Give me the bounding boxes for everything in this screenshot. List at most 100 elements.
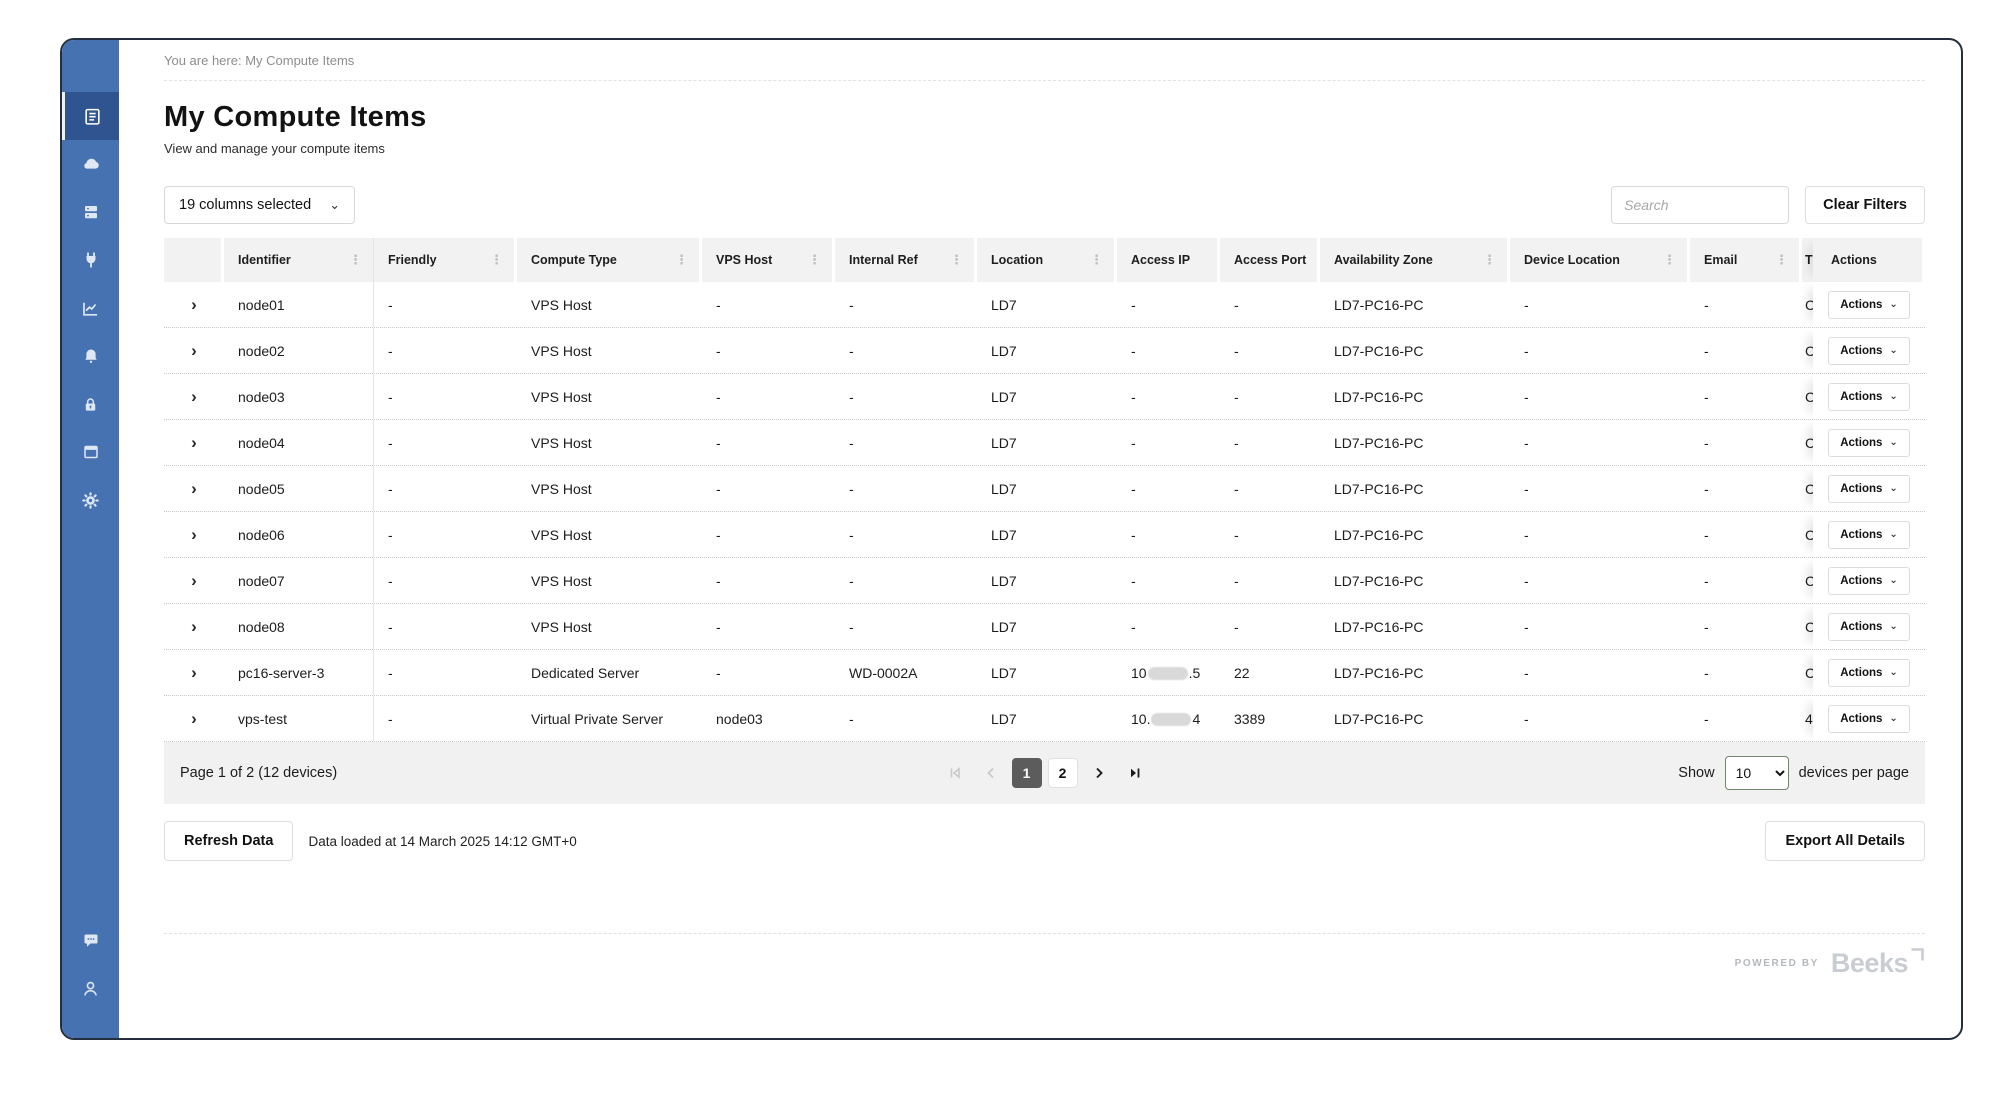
- cloud-icon: [81, 154, 101, 174]
- sidebar-item-analytics[interactable]: [62, 284, 119, 332]
- row-actions-button[interactable]: Actions ⌄: [1828, 659, 1910, 687]
- expand-row-button[interactable]: ›: [181, 476, 207, 502]
- refresh-data-button[interactable]: Refresh Data: [164, 821, 293, 861]
- pagination-page-2[interactable]: 2: [1048, 758, 1078, 788]
- per-page-suffix: devices per page: [1799, 765, 1909, 781]
- cell-location: LD7: [977, 343, 1117, 359]
- cell-internal-ref: -: [835, 435, 977, 451]
- cell-availability-zone: LD7-PC16-PC: [1320, 343, 1510, 359]
- header-vps-host: VPS Host ⋮: [702, 238, 835, 282]
- chevron-down-icon: ⌄: [1889, 483, 1897, 494]
- column-menu-icon[interactable]: ⋮: [947, 252, 966, 268]
- cell-availability-zone: LD7-PC16-PC: [1320, 711, 1510, 727]
- sidebar-item-account[interactable]: [62, 964, 119, 1012]
- table-row: › node03 - VPS Host - - LD7 - - LD7-PC16…: [164, 374, 1925, 420]
- cell-location: LD7: [977, 527, 1117, 543]
- pagination-first-button[interactable]: [940, 758, 970, 788]
- table-row: › node04 - VPS Host - - LD7 - - LD7-PC16…: [164, 420, 1925, 466]
- search-input[interactable]: [1611, 186, 1789, 224]
- per-page-select[interactable]: 10: [1725, 756, 1789, 790]
- sidebar-item-console[interactable]: [62, 428, 119, 476]
- skip-first-icon: [948, 766, 962, 780]
- sidebar-item-servers[interactable]: [62, 188, 119, 236]
- sidebar-item-notifications[interactable]: [62, 332, 119, 380]
- row-actions-button[interactable]: Actions ⌄: [1828, 567, 1910, 595]
- header-internal-ref: Internal Ref ⋮: [835, 238, 977, 282]
- cell-location: LD7: [977, 389, 1117, 405]
- header-availability-zone: Availability Zone ⋮: [1320, 238, 1510, 282]
- expand-row-button[interactable]: ›: [181, 568, 207, 594]
- sidebar-item-security[interactable]: [62, 380, 119, 428]
- cell-internal-ref: -: [835, 573, 977, 589]
- cell-internal-ref: -: [835, 619, 977, 635]
- cell-email: -: [1690, 665, 1802, 681]
- pagination-prev-button[interactable]: [976, 758, 1006, 788]
- columns-selector-dropdown[interactable]: 19 columns selected ⌄: [164, 186, 355, 224]
- column-menu-icon[interactable]: ⋮: [805, 252, 824, 268]
- cell-device-location: -: [1510, 527, 1690, 543]
- expand-row-button[interactable]: ›: [181, 292, 207, 318]
- cell-friendly: -: [374, 435, 517, 451]
- column-menu-icon[interactable]: ⋮: [1772, 252, 1791, 268]
- cell-internal-ref: -: [835, 711, 977, 727]
- expand-row-button[interactable]: ›: [181, 430, 207, 456]
- row-actions-button[interactable]: Actions ⌄: [1828, 475, 1910, 503]
- expand-row-button[interactable]: ›: [181, 384, 207, 410]
- app-window: You are here: My Compute Items My Comput…: [60, 38, 1963, 1040]
- cell-expand: ›: [164, 476, 224, 502]
- pagination-page-1[interactable]: 1: [1012, 758, 1042, 788]
- cell-friendly: -: [374, 711, 517, 727]
- sidebar-item-compute-items[interactable]: [62, 92, 119, 140]
- table-row: › node01 - VPS Host - - LD7 - - LD7-PC16…: [164, 282, 1925, 328]
- powered-by-section: POWERED BY Beeks: [164, 933, 1925, 977]
- cell-access-port: -: [1220, 573, 1320, 589]
- column-menu-icon[interactable]: ⋮: [1660, 252, 1679, 268]
- row-actions-button[interactable]: Actions ⌄: [1828, 383, 1910, 411]
- chevron-right-icon: ›: [191, 342, 197, 359]
- sidebar-item-cloud[interactable]: [62, 140, 119, 188]
- expand-row-button[interactable]: ›: [181, 706, 207, 732]
- beeks-logo: Beeks: [1831, 950, 1925, 977]
- row-actions-button[interactable]: Actions ⌄: [1828, 613, 1910, 641]
- cell-access-ip: 10.5: [1117, 665, 1220, 681]
- expand-row-button[interactable]: ›: [181, 614, 207, 640]
- chevron-down-icon: ⌄: [1889, 437, 1897, 448]
- column-menu-icon[interactable]: ⋮: [487, 252, 506, 268]
- cell-location: LD7: [977, 297, 1117, 313]
- column-menu-icon[interactable]: ⋮: [1087, 252, 1106, 268]
- row-actions-button[interactable]: Actions ⌄: [1828, 291, 1910, 319]
- cell-availability-zone: LD7-PC16-PC: [1320, 573, 1510, 589]
- row-actions-button[interactable]: Actions ⌄: [1828, 521, 1910, 549]
- row-actions-button[interactable]: Actions ⌄: [1828, 705, 1910, 733]
- sidebar-item-support-chat[interactable]: [62, 916, 119, 964]
- column-menu-icon[interactable]: ⋮: [346, 252, 365, 268]
- sidebar-item-connections[interactable]: [62, 236, 119, 284]
- cell-actions: Actions ⌄: [1813, 374, 1925, 419]
- cell-compute-type: Virtual Private Server: [517, 711, 702, 727]
- export-all-details-button[interactable]: Export All Details: [1765, 821, 1925, 861]
- chevron-right-icon: [1092, 766, 1106, 780]
- header-device-location: Device Location ⋮: [1510, 238, 1690, 282]
- expand-row-button[interactable]: ›: [181, 522, 207, 548]
- pagination-last-button[interactable]: [1120, 758, 1150, 788]
- cell-internal-ref: -: [835, 297, 977, 313]
- sidebar-item-settings[interactable]: [62, 476, 119, 524]
- column-menu-icon[interactable]: ⋮: [1480, 252, 1499, 268]
- row-actions-button[interactable]: Actions ⌄: [1828, 337, 1910, 365]
- header-access-ip: Access IP: [1117, 238, 1220, 282]
- cell-email: -: [1690, 297, 1802, 313]
- cell-vps-host: -: [702, 573, 835, 589]
- cell-vps-host: node03: [702, 711, 835, 727]
- row-actions-button[interactable]: Actions ⌄: [1828, 429, 1910, 457]
- lock-icon: [82, 396, 99, 413]
- clear-filters-button[interactable]: Clear Filters: [1805, 186, 1925, 224]
- cell-access-ip: -: [1117, 389, 1220, 405]
- header-expand-column: [164, 238, 224, 282]
- cell-actions: Actions ⌄: [1813, 328, 1925, 373]
- column-menu-icon[interactable]: ⋮: [672, 252, 691, 268]
- expand-row-button[interactable]: ›: [181, 660, 207, 686]
- cell-internal-ref: -: [835, 481, 977, 497]
- expand-row-button[interactable]: ›: [181, 338, 207, 364]
- cell-access-port: -: [1220, 435, 1320, 451]
- pagination-next-button[interactable]: [1084, 758, 1114, 788]
